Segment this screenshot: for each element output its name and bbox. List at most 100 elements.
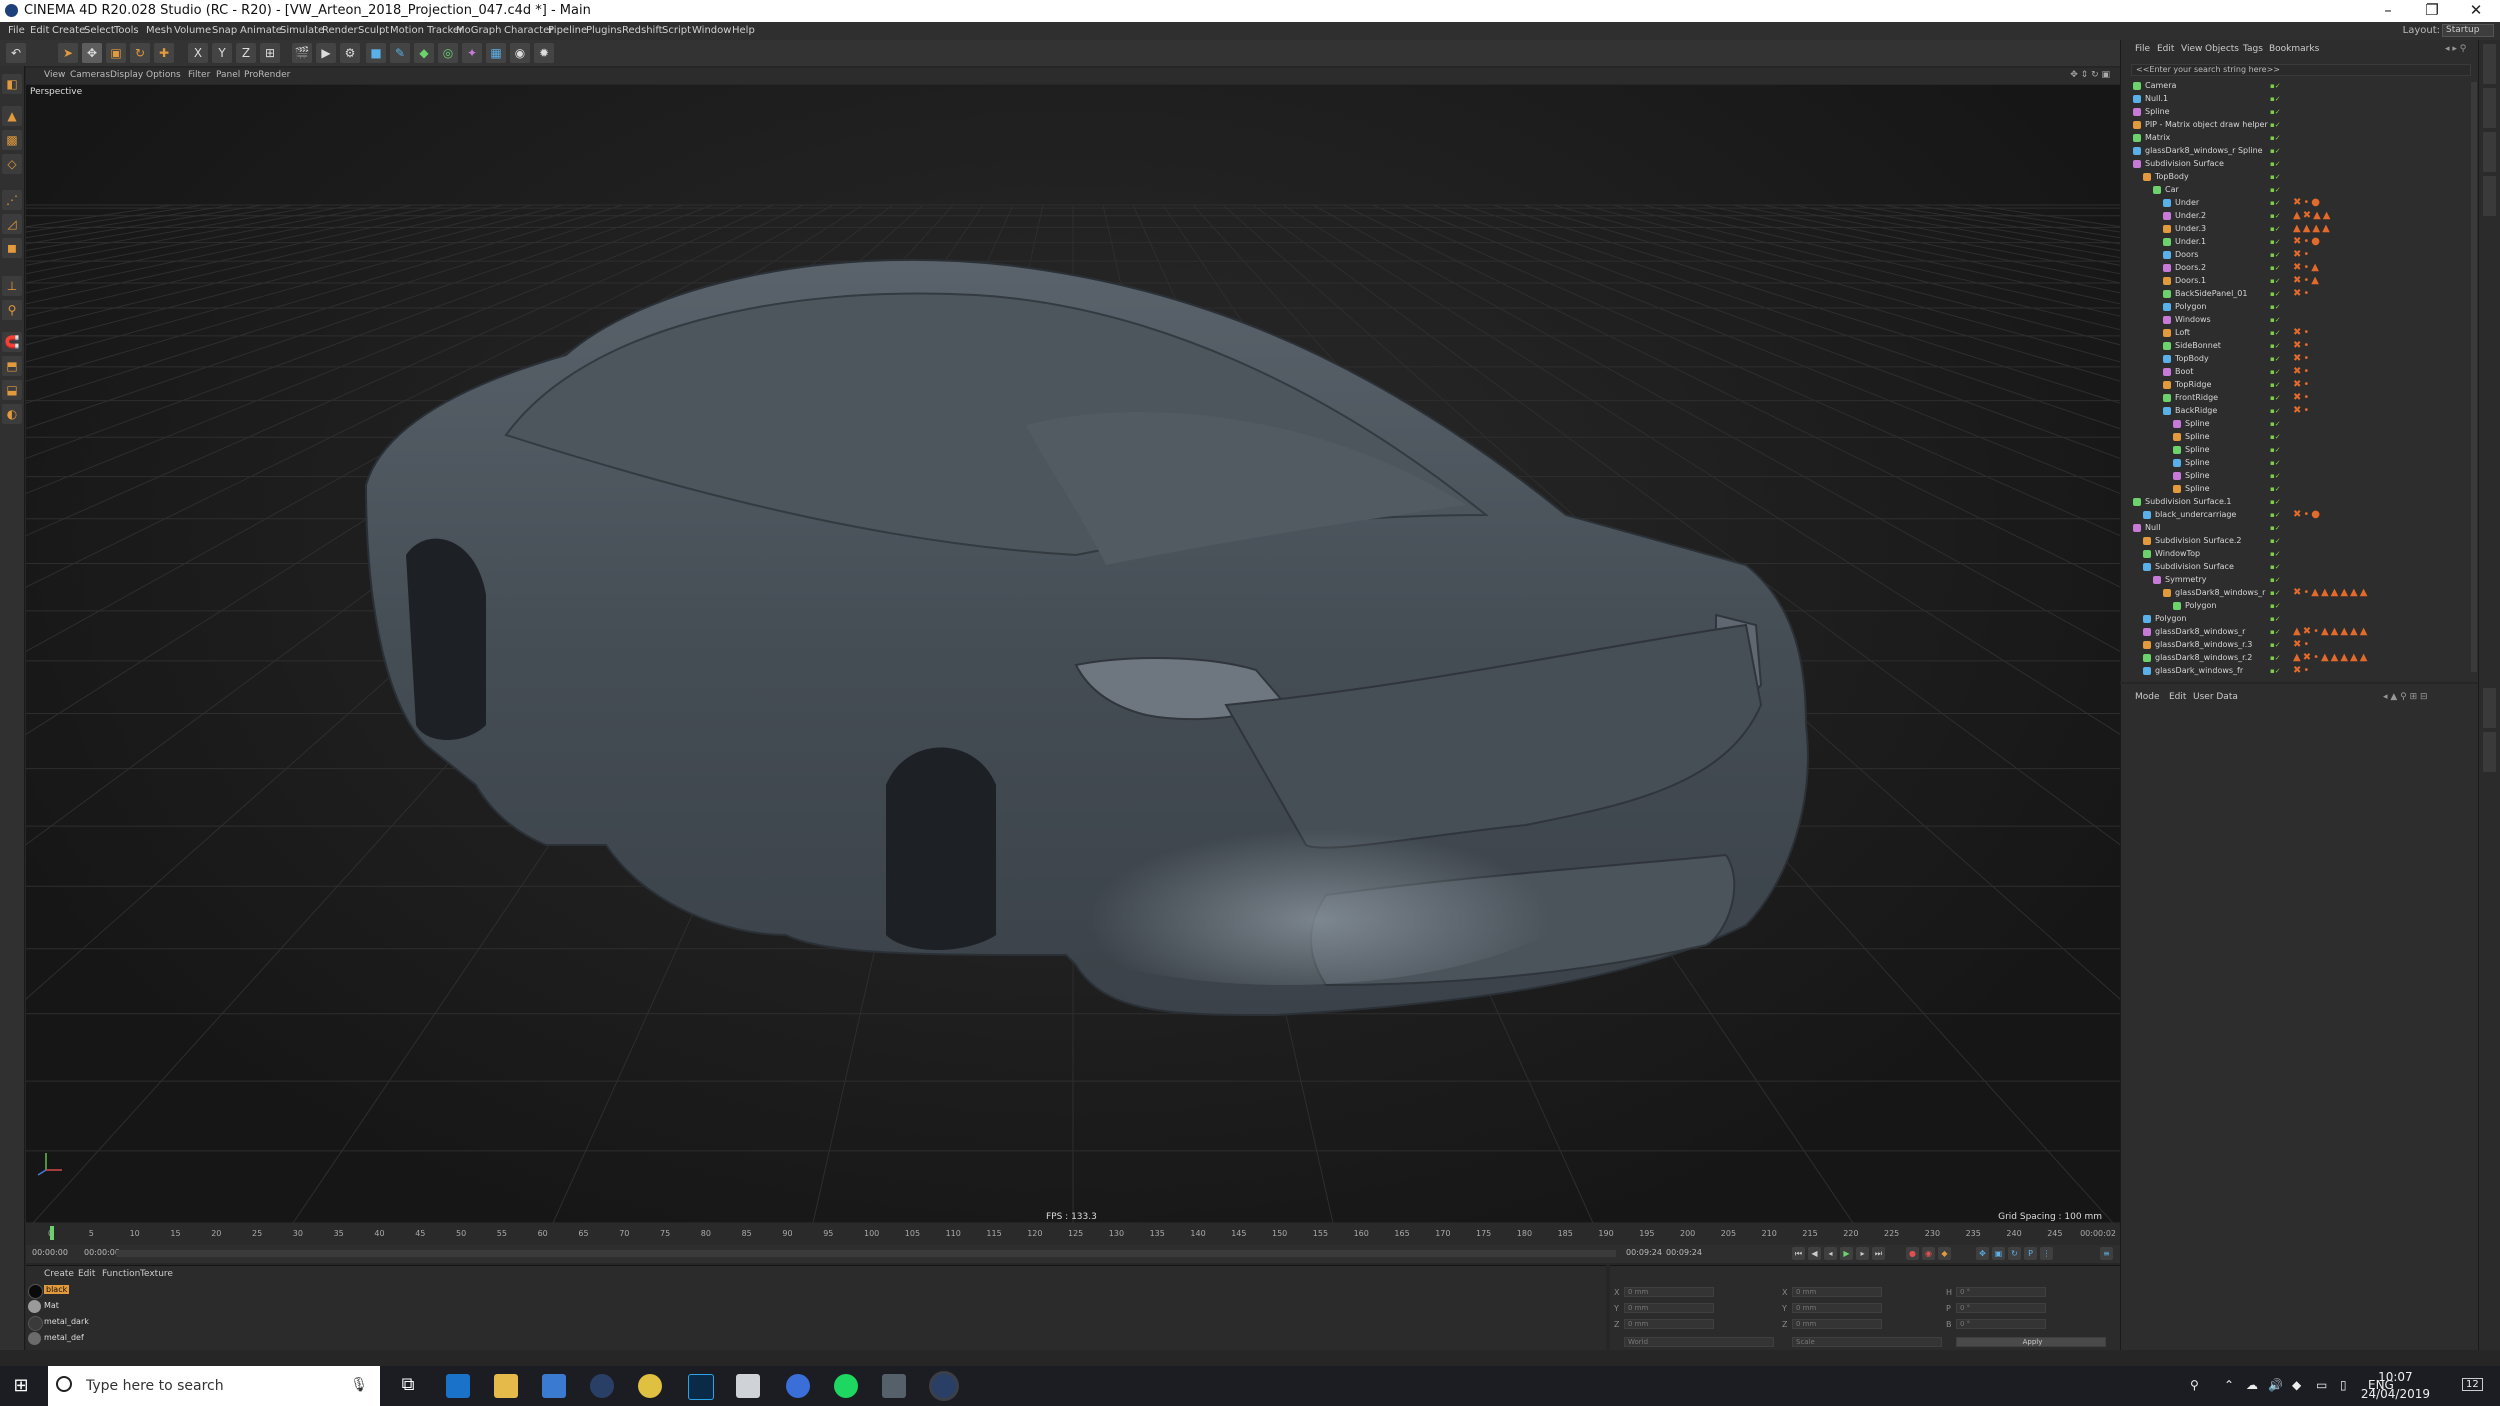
object-row[interactable]: Camera ▪✓ [2125,80,2465,93]
battery-icon[interactable]: ▯ [2340,1378,2347,1392]
object-name[interactable]: Spline [2185,419,2210,428]
object-row[interactable]: Polygon ▪✓ [2125,600,2465,613]
object-row[interactable]: TopBody ▪✓ ✖• [2125,353,2465,366]
visibility-toggle-icon[interactable]: ▪✓ [2270,82,2284,91]
object-row[interactable]: Doors.1 ▪✓ ✖•▲ [2125,275,2465,288]
visibility-toggle-icon[interactable]: ▪✓ [2270,563,2284,572]
object-row[interactable]: Subdivision Surface.1 ▪✓ [2125,496,2465,509]
material-menu-function[interactable]: Function [102,1269,140,1279]
object-name[interactable]: Doors.1 [2175,276,2206,285]
people-icon[interactable]: ⚲ [2190,1378,2199,1392]
om-menu-view[interactable]: View [2181,44,2202,54]
apply-button[interactable]: Apply [1956,1337,2106,1347]
object-row[interactable]: Loft ▪✓ ✖• [2125,327,2465,340]
object-name[interactable]: SideBonnet [2175,341,2221,350]
axis-y-button[interactable]: Y [212,43,232,63]
menu-edit[interactable]: Edit [30,25,49,36]
object-search-input[interactable]: <<Enter your search string here>> [2131,64,2471,76]
object-name[interactable]: Spline [2185,458,2210,467]
viewport-menu-filter[interactable]: Filter [188,70,210,80]
visibility-toggle-icon[interactable]: ▪✓ [2270,277,2284,286]
visibility-toggle-icon[interactable]: ▪✓ [2270,355,2284,364]
position-key-icon[interactable]: ✥ [1976,1247,1989,1260]
cinema4d-active-icon[interactable] [932,1374,956,1398]
menu-volume[interactable]: Volume [174,25,211,36]
object-row[interactable]: glassDark8_windows_r.2 ▪✓ ▲✖•▲▲▲▲▲ [2125,652,2465,665]
object-name[interactable]: Under [2175,198,2199,207]
viewport-menu-prorender[interactable]: ProRender [244,70,290,80]
visibility-toggle-icon[interactable]: ▪✓ [2270,628,2284,637]
object-row[interactable]: Under ▪✓ ✖•● [2125,197,2465,210]
visibility-toggle-icon[interactable]: ▪✓ [2270,485,2284,494]
record-icon[interactable]: ● [1906,1247,1919,1260]
am-menu-edit[interactable]: Edit [2169,692,2186,702]
object-row[interactable]: WindowTop ▪✓ [2125,548,2465,561]
object-tags[interactable]: ▲✖•▲▲▲▲▲ [2293,652,2369,663]
parameter-key-icon[interactable]: P [2024,1247,2037,1260]
object-tags[interactable]: ✖• [2293,249,2311,260]
viewport-menu-options[interactable]: Options [146,70,181,80]
object-tags[interactable]: ✖•▲▲▲▲▲▲ [2293,587,2369,598]
object-row[interactable]: glassDark8_windows_r.3 ▪✓ ✖• [2125,639,2465,652]
object-row[interactable]: BackSidePanel_01 ▪✓ ✖• [2125,288,2465,301]
go-to-end-icon[interactable]: ⏭ [1872,1247,1885,1260]
object-name[interactable]: glassDark8_windows_r Spline [2145,146,2263,155]
material-menu-create[interactable]: Create [44,1269,74,1279]
object-tags[interactable]: ✖• [2293,405,2311,416]
object-row[interactable]: Null ▪✓ [2125,522,2465,535]
visibility-toggle-icon[interactable]: ▪✓ [2270,173,2284,182]
time-range-slider[interactable] [116,1250,1616,1257]
play-back-icon[interactable]: ◂ [1824,1247,1837,1260]
object-name[interactable]: glassDark8_windows_r [2155,627,2245,636]
object-row[interactable]: Null.1 ▪✓ [2125,93,2465,106]
edges-mode-icon[interactable]: ◿ [2,214,22,234]
object-name[interactable]: Boot [2175,367,2193,376]
menu-select[interactable]: Select [84,25,115,36]
object-name[interactable]: FrontRidge [2175,393,2218,402]
object-name[interactable]: WindowTop [2155,549,2200,558]
object-row[interactable]: Under.1 ▪✓ ✖•● [2125,236,2465,249]
visibility-toggle-icon[interactable]: ▪✓ [2270,602,2284,611]
model-mode-icon[interactable]: ▲ [2,106,22,126]
object-tags[interactable]: ✖•▲ [2293,275,2321,286]
material-swatch-black[interactable]: black [28,1284,98,1299]
store-icon[interactable] [542,1374,566,1398]
object-row[interactable]: glassDark_windows_fr ▪✓ ✖• [2125,665,2465,678]
edge-icon[interactable] [446,1374,470,1398]
menu-help[interactable]: Help [732,25,755,36]
autokey-icon[interactable]: ◉ [1922,1247,1935,1260]
visibility-toggle-icon[interactable]: ▪✓ [2270,212,2284,221]
live-select-icon[interactable]: ✚ [154,43,174,63]
point-level-key-icon[interactable]: ⋮ [2040,1247,2053,1260]
prev-key-icon[interactable]: ◀ [1808,1247,1821,1260]
keyframe-selection-icon[interactable]: ◆ [1938,1247,1951,1260]
restore-button[interactable]: ❐ [2412,1,2452,19]
object-tree-scrollbar[interactable] [2471,82,2477,672]
object-row[interactable]: glassDark8_windows_r ▪✓ ▲✖•▲▲▲▲▲ [2125,626,2465,639]
object-name[interactable]: BackRidge [2175,406,2217,415]
size-y-field[interactable]: 0 mm [1792,1303,1882,1313]
move-tool-icon[interactable]: ✥ [82,43,102,63]
viewport-menu-cameras[interactable]: Cameras [70,70,110,80]
viewport-menu-panel[interactable]: Panel [216,70,240,80]
object-tags[interactable]: ✖• [2293,353,2311,364]
menu-character[interactable]: Character [504,25,553,36]
om-menu-tags[interactable]: Tags [2243,44,2263,54]
size-mode-dropdown[interactable]: Scale [1792,1337,1942,1347]
object-tags[interactable]: ✖• [2293,665,2311,676]
object-tags[interactable]: ✖•▲ [2293,262,2321,273]
cloner-icon[interactable]: ◎ [438,43,458,63]
volume-icon[interactable]: 🔊 [2268,1378,2283,1392]
object-name[interactable]: Subdivision Surface.2 [2155,536,2242,545]
locked-workplane-icon[interactable]: ⬒ [2,356,22,376]
menu-tools[interactable]: Tools [114,25,139,36]
menu-animate[interactable]: Animate [240,25,282,36]
tab-content-browser[interactable] [2483,88,2496,128]
am-nav-icons[interactable]: ◂ ▲ ⚲ ⊞ ⊟ [2383,692,2428,702]
object-row[interactable]: FrontRidge ▪✓ ✖• [2125,392,2465,405]
visibility-toggle-icon[interactable]: ▪✓ [2270,134,2284,143]
visibility-toggle-icon[interactable]: ▪✓ [2270,433,2284,442]
next-key-icon[interactable]: ▸ [1856,1247,1869,1260]
object-tags[interactable]: ▲✖▲▲ [2293,210,2332,221]
visibility-toggle-icon[interactable]: ▪✓ [2270,524,2284,533]
